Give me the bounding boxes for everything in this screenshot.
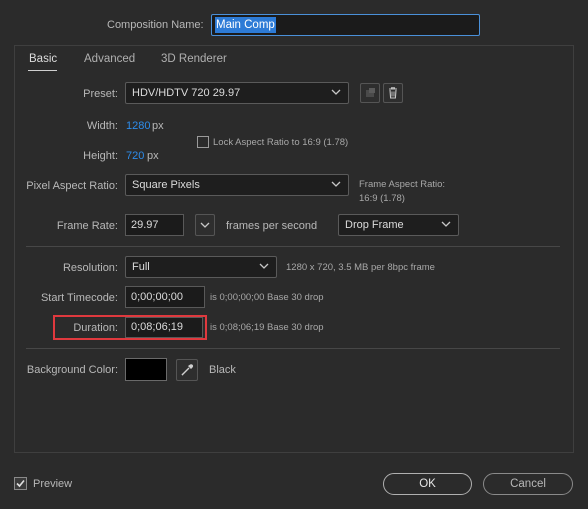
delete-preset-button[interactable]	[383, 83, 403, 103]
resolution-dropdown[interactable]: Full	[125, 256, 277, 278]
resolution-info: 1280 x 720, 3.5 MB per 8bpc frame	[286, 262, 435, 273]
background-color-name: Black	[209, 364, 236, 376]
preset-value: HDV/HDTV 720 29.97	[132, 87, 241, 99]
frame-rate-unit: frames per second	[226, 220, 318, 232]
chevron-down-icon	[331, 89, 341, 95]
width-value[interactable]: 1280	[126, 119, 150, 133]
width-label: Width:	[86, 120, 118, 132]
pixel-aspect-label: Pixel Aspect Ratio:	[26, 180, 118, 192]
cancel-button[interactable]: Cancel	[483, 473, 573, 495]
preview-checkbox[interactable]	[14, 477, 27, 490]
tab-basic-underline	[28, 70, 57, 71]
tab-basic[interactable]: Basic	[29, 53, 57, 65]
duration-info: is 0;08;06;19 Base 30 drop	[210, 322, 324, 333]
duration-input[interactable]: 0;08;06;19	[125, 317, 203, 338]
pixel-aspect-dropdown[interactable]: Square Pixels	[125, 174, 349, 196]
drop-frame-value: Drop Frame	[345, 219, 404, 231]
eyedropper-button[interactable]	[176, 359, 198, 381]
start-timecode-label: Start Timecode:	[40, 292, 118, 304]
duration-label: Duration:	[73, 322, 118, 334]
lock-aspect-label: Lock Aspect Ratio to 16:9 (1.78)	[213, 137, 349, 148]
frame-rate-label: Frame Rate:	[56, 220, 118, 232]
trash-icon	[389, 87, 397, 99]
preset-dropdown[interactable]: HDV/HDTV 720 29.97	[125, 82, 349, 104]
frame-rate-input[interactable]: 29.97	[125, 214, 184, 236]
chevron-down-icon	[441, 221, 451, 227]
lock-aspect-checkbox[interactable]	[197, 136, 209, 148]
ok-button[interactable]: OK	[383, 473, 472, 495]
pixel-aspect-value: Square Pixels	[132, 179, 200, 191]
composition-name-label: Composition Name:	[107, 19, 204, 31]
chevron-down-icon	[259, 263, 269, 269]
chevron-down-icon	[200, 222, 210, 228]
resolution-value: Full	[132, 261, 150, 273]
tab-advanced[interactable]: Advanced	[84, 53, 135, 65]
resolution-label: Resolution:	[62, 262, 118, 274]
preview-label: Preview	[33, 478, 73, 490]
background-color-label: Background Color:	[26, 364, 118, 376]
eyedropper-icon	[181, 364, 194, 376]
drop-frame-dropdown[interactable]: Drop Frame	[338, 214, 459, 236]
tab-3d-renderer[interactable]: 3D Renderer	[161, 53, 227, 65]
width-unit: px	[152, 120, 164, 132]
height-value[interactable]: 720	[126, 149, 144, 163]
save-preset-button[interactable]	[360, 83, 380, 103]
composition-name-value: Main Comp	[215, 17, 276, 33]
frame-rate-preset-dropdown[interactable]	[195, 214, 215, 236]
checkmark-icon	[16, 479, 25, 488]
separator	[26, 246, 560, 247]
settings-panel	[14, 45, 574, 453]
height-unit: px	[147, 150, 159, 162]
height-label: Height:	[83, 150, 118, 162]
preset-label: Preset:	[83, 88, 118, 100]
start-timecode-input[interactable]: 0;00;00;00	[125, 286, 205, 308]
separator	[26, 348, 560, 349]
chevron-down-icon	[331, 181, 341, 187]
frame-aspect-value: 16:9 (1.78)	[359, 193, 405, 204]
start-timecode-info: is 0;00;00;00 Base 30 drop	[210, 292, 324, 303]
save-preset-icon	[366, 88, 375, 97]
background-color-swatch[interactable]	[125, 358, 167, 381]
frame-aspect-label: Frame Aspect Ratio:	[359, 179, 446, 190]
composition-name-input[interactable]: Main Comp	[211, 14, 480, 36]
